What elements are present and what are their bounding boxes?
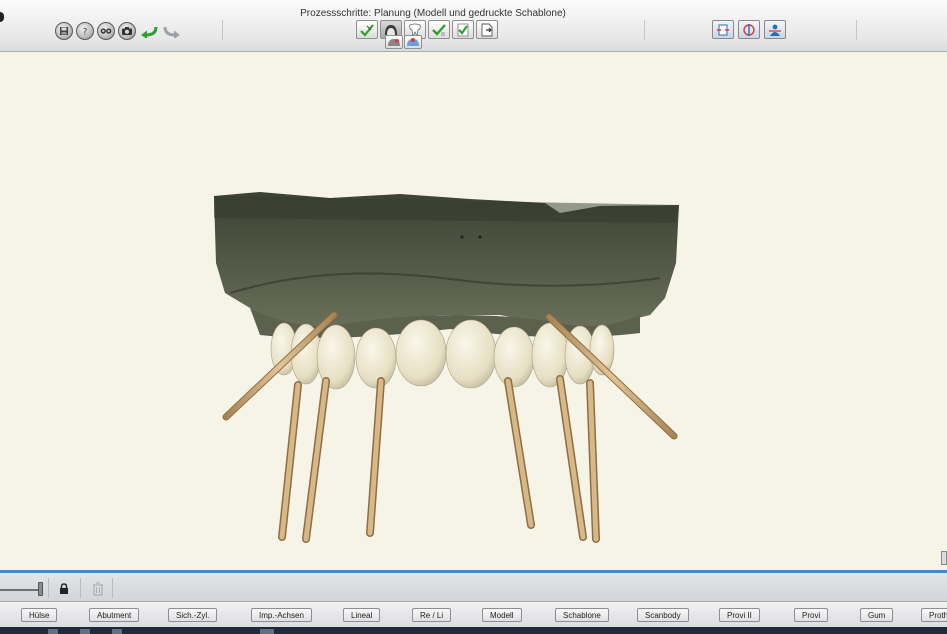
export-step-icon[interactable] (476, 20, 498, 39)
slider-icon[interactable] (38, 582, 43, 596)
hulse-button[interactable]: Hülse (21, 608, 58, 622)
viewport-resize-handle[interactable] (941, 551, 947, 565)
taskbar-item[interactable] (260, 629, 274, 634)
glasses-icon[interactable] (97, 22, 115, 40)
os-taskbar (0, 627, 947, 634)
view-button-group (712, 20, 786, 39)
toolbar-separator (856, 20, 857, 40)
camera-icon[interactable] (118, 22, 136, 40)
gum-button[interactable]: Gum (860, 608, 894, 622)
check-step-icon[interactable] (428, 20, 450, 39)
3d-viewport[interactable] (0, 53, 947, 570)
scanbody-button[interactable]: Scanbody (637, 608, 689, 622)
view-options-bar (0, 573, 947, 602)
status-separator (112, 578, 113, 598)
window-edge-marker (0, 12, 4, 22)
lock-icon[interactable] (57, 582, 71, 596)
process-steps-title: Prozessschritte: Planung (Modell und ged… (300, 8, 566, 19)
help-icon[interactable]: ? (76, 22, 94, 40)
prosthesis-button[interactable]: Proth (921, 608, 947, 622)
status-separator (80, 578, 81, 598)
check-done-step-icon[interactable] (452, 20, 474, 39)
trash-icon[interactable] (90, 581, 106, 597)
component-button-bar: Hülse Abutment Sich.-Zyl. Imp.-Achsen Li… (0, 603, 947, 627)
save-icon[interactable] (55, 22, 73, 40)
template-button[interactable]: Schablone (555, 608, 609, 622)
status-separator (48, 578, 49, 598)
implant-axes-button[interactable]: Imp.-Achsen (251, 608, 312, 622)
view-person-icon[interactable] (764, 20, 786, 39)
view-front-icon[interactable] (712, 20, 734, 39)
process-step-group (356, 20, 498, 39)
redo-arrow-icon[interactable] (162, 22, 182, 40)
scan-step-icon[interactable] (356, 20, 378, 39)
safety-cylinder-button[interactable]: Sich.-Zyl. (168, 608, 218, 622)
main-toolbar: ? Prozessschritte: Planung (Modell und g… (0, 0, 947, 52)
right-left-button[interactable]: Re / Li (412, 608, 452, 622)
undo-arrow-icon[interactable] (139, 22, 159, 40)
provi-button[interactable]: Provi (794, 608, 829, 622)
view-rotate-icon[interactable] (738, 20, 760, 39)
toolbar-separator (644, 20, 645, 40)
dental-model-render (214, 192, 679, 543)
taskbar-item[interactable] (112, 629, 122, 634)
printed-guide-icon[interactable] (404, 35, 422, 49)
provi-ii-button[interactable]: Provi II (719, 608, 760, 622)
transparency-slider-track[interactable] (0, 589, 42, 591)
model-plan-icon[interactable] (385, 35, 403, 49)
ruler-button[interactable]: Lineal (343, 608, 381, 622)
action-button-group: ? (55, 22, 182, 40)
toolbar-separator (222, 20, 223, 40)
abutment-button[interactable]: Abutment (89, 608, 140, 622)
taskbar-item[interactable] (48, 629, 58, 634)
svg-text:?: ? (83, 28, 88, 37)
taskbar-item[interactable] (80, 629, 90, 634)
model-button[interactable]: Modell (482, 608, 522, 622)
